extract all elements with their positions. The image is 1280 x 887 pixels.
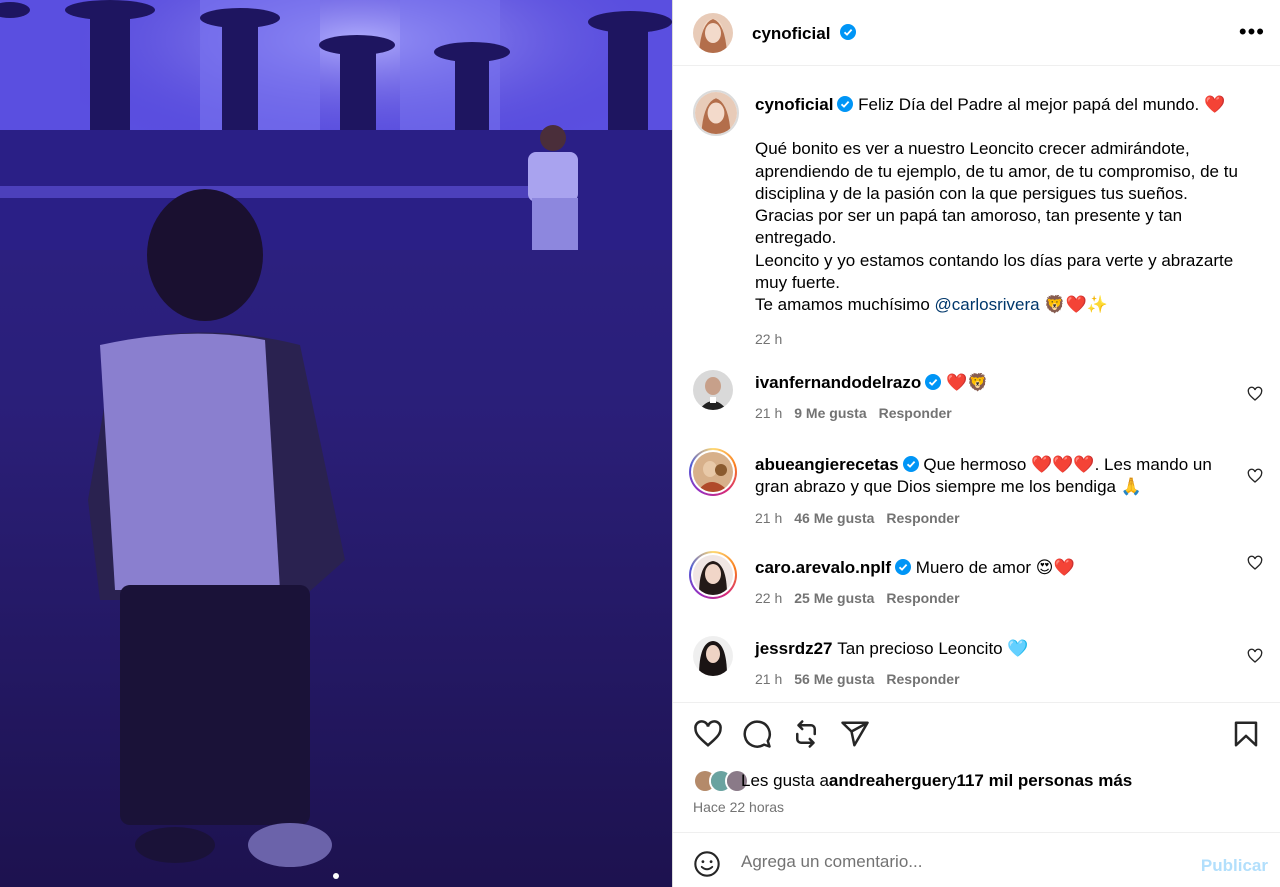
post-timestamp: Hace 22 horas <box>693 799 785 815</box>
likes-summary[interactable]: Les gusta a andreaherguer y 117 mil pers… <box>693 769 1132 793</box>
likes-user[interactable]: andreaherguer <box>829 771 948 791</box>
caption-text-line5: Te amamos muchísimo <box>755 295 935 315</box>
comment-input[interactable] <box>741 847 1181 877</box>
likes-middle: y <box>947 771 957 790</box>
mention-link[interactable]: @carlosrivera <box>935 295 1040 314</box>
comment-text: Tan precioso Leoncito 🩵 <box>837 639 1029 658</box>
verified-badge-icon <box>837 96 854 112</box>
verified-badge-icon <box>902 456 919 472</box>
repost-icon[interactable] <box>791 719 821 749</box>
post-details-panel: cynoficial ••• cynoficial Feliz Día del … <box>672 0 1280 887</box>
caption-time: 22 h <box>755 330 783 347</box>
add-comment-bar: Publicar <box>673 832 1280 887</box>
caption-username[interactable]: cynoficial <box>755 95 833 114</box>
heart-icon[interactable] <box>693 719 723 749</box>
commenter-username[interactable]: abueangierecetas <box>755 455 899 474</box>
reply-button[interactable]: Responder <box>886 671 959 687</box>
comment-icon[interactable] <box>742 719 772 749</box>
caption-emoji: 🦁❤️✨ <box>1039 295 1108 315</box>
comment-time: 21 h <box>755 405 783 422</box>
publish-button[interactable]: Publicar <box>1201 856 1268 876</box>
commenter-username[interactable]: ivanfernandodelrazo <box>755 373 921 392</box>
caption-text-line4: Leoncito y yo estamos contando los días … <box>755 250 1234 293</box>
caption-author-avatar[interactable] <box>693 90 739 136</box>
verified-badge-icon <box>895 559 912 575</box>
commenter-avatar[interactable] <box>693 452 733 492</box>
verified-badge-icon <box>925 374 942 390</box>
comment-heart-icon[interactable] <box>1247 386 1263 402</box>
comment-likes[interactable]: 46 Me gusta <box>794 510 874 526</box>
carousel-indicator <box>0 873 672 879</box>
verified-badge-icon <box>836 24 856 43</box>
carousel-dot-active <box>333 873 339 879</box>
post-photo[interactable] <box>0 0 672 887</box>
more-options-icon[interactable]: ••• <box>1239 21 1265 43</box>
emoji-icon[interactable] <box>693 850 721 878</box>
comments-scroll-area[interactable]: cynoficial Feliz Día del Padre al mejor … <box>673 66 1280 702</box>
reply-button[interactable]: Responder <box>879 405 952 421</box>
comment-likes[interactable]: 56 Me gusta <box>794 671 874 687</box>
share-icon[interactable] <box>840 719 870 749</box>
caption-text-line1: Feliz Día del Padre al mejor papá del mu… <box>858 95 1226 114</box>
comment-heart-icon[interactable] <box>1247 648 1263 664</box>
comment-time: 22 h <box>755 590 783 607</box>
likes-prefix: Les gusta a <box>741 771 829 790</box>
bookmark-icon[interactable] <box>1231 719 1261 749</box>
concert-photo <box>0 0 672 887</box>
comment-likes[interactable]: 25 Me gusta <box>794 590 874 606</box>
reply-button[interactable]: Responder <box>886 590 959 606</box>
comment-text: Muero de amor 😍❤️ <box>915 558 1075 577</box>
comment-heart-icon[interactable] <box>1247 468 1263 484</box>
author-username[interactable]: cynoficial <box>752 24 830 44</box>
commenter-username[interactable]: jessrdz27 <box>755 639 833 658</box>
comment-time: 21 h <box>755 509 783 526</box>
commenter-username[interactable]: caro.arevalo.nplf <box>755 558 891 577</box>
author-avatar[interactable] <box>693 13 733 53</box>
commenter-avatar[interactable] <box>693 636 733 676</box>
commenter-avatar[interactable] <box>693 370 733 410</box>
comment-likes[interactable]: 9 Me gusta <box>794 405 866 421</box>
post-header: cynoficial ••• <box>673 0 1280 66</box>
commenter-avatar[interactable] <box>693 555 733 595</box>
reply-button[interactable]: Responder <box>886 510 959 526</box>
comment-text: ❤️🦁 <box>946 373 989 392</box>
comment-heart-icon[interactable] <box>1247 555 1263 571</box>
caption-text-line2: Qué bonito es ver a nuestro Leoncito cre… <box>755 139 1238 203</box>
post-actions: Les gusta a andreaherguer y 117 mil pers… <box>673 702 1280 832</box>
comment-time: 21 h <box>755 671 783 688</box>
caption-text-line3: Gracias por ser un papá tan amoroso, tan… <box>755 206 1183 248</box>
likes-count[interactable]: 117 mil personas más <box>956 771 1132 791</box>
